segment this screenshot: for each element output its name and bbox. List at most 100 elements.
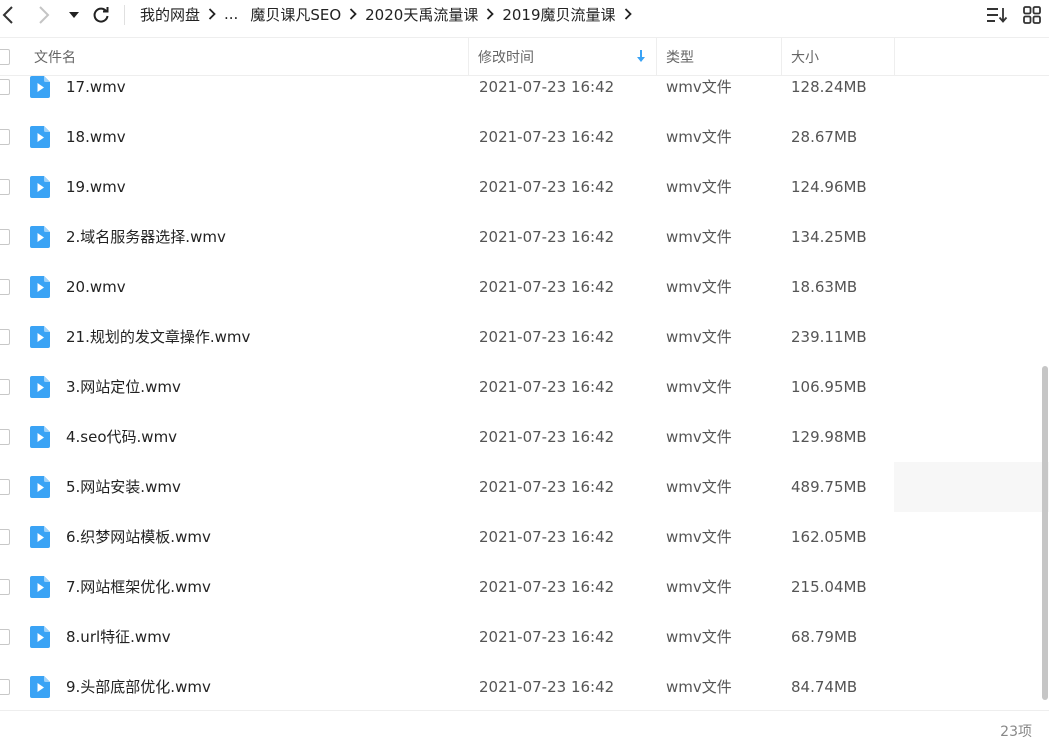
file-type: wmv文件: [666, 378, 732, 396]
refresh-button[interactable]: [90, 2, 112, 28]
file-type: wmv文件: [666, 678, 732, 696]
file-modified-time: 2021-07-23 16:42: [479, 178, 615, 196]
file-type: wmv文件: [666, 278, 732, 296]
file-size: 134.25MB: [791, 228, 867, 246]
status-bar: 23项: [0, 710, 1049, 745]
breadcrumb-item-current[interactable]: 2019魔贝流量课: [502, 4, 615, 25]
file-size: 18.63MB: [791, 278, 858, 296]
file-size: 106.95MB: [791, 378, 867, 396]
file-row[interactable]: 20.wmv 2021-07-23 16:42 wmv文件 18.63MB: [0, 276, 1049, 326]
video-file-icon: [30, 326, 50, 348]
row-checkbox[interactable]: [0, 629, 10, 645]
file-row[interactable]: 8.url特征.wmv 2021-07-23 16:42 wmv文件 68.79MB: [0, 626, 1049, 676]
file-name[interactable]: 3.网站定位.wmv: [66, 376, 181, 398]
file-modified-time: 2021-07-23 16:42: [479, 578, 615, 596]
file-name[interactable]: 19.wmv: [66, 176, 126, 198]
top-navigation-bar: 我的网盘 ... 魔贝课凡SEO 2020天禹流量课 2019魔贝流量课: [0, 0, 1049, 30]
file-row[interactable]: 3.网站定位.wmv 2021-07-23 16:42 wmv文件 106.95MB: [0, 376, 1049, 426]
file-size: 239.11MB: [791, 328, 867, 346]
vertical-scrollbar[interactable]: [1041, 76, 1049, 710]
row-checkbox[interactable]: [0, 479, 10, 495]
chevron-right-icon: [39, 6, 50, 24]
column-header-size[interactable]: 大小: [791, 38, 894, 75]
file-modified-time: 2021-07-23 16:42: [479, 128, 615, 146]
file-size: 84.74MB: [791, 678, 858, 696]
file-modified-time: 2021-07-23 16:42: [479, 628, 615, 646]
file-row[interactable]: 2.域名服务器选择.wmv 2021-07-23 16:42 wmv文件 134.25…: [0, 226, 1049, 276]
column-header-type[interactable]: 类型: [666, 38, 781, 75]
grid-view-icon: [1023, 6, 1041, 24]
scrollbar-thumb[interactable]: [1042, 366, 1048, 700]
row-checkbox[interactable]: [0, 429, 10, 445]
back-button[interactable]: [0, 2, 18, 28]
file-name[interactable]: 18.wmv: [66, 126, 126, 148]
row-checkbox[interactable]: [0, 379, 10, 395]
file-modified-time: 2021-07-23 16:42: [479, 328, 615, 346]
row-checkbox[interactable]: [0, 329, 10, 345]
row-checkbox[interactable]: [0, 79, 10, 95]
file-name[interactable]: 5.网站安装.wmv: [66, 476, 181, 498]
file-name[interactable]: 8.url特征.wmv: [66, 626, 171, 648]
item-count: 23项: [1000, 724, 1032, 740]
file-name[interactable]: 6.织梦网站模板.wmv: [66, 526, 211, 548]
file-modified-time: 2021-07-23 16:42: [479, 478, 615, 496]
row-checkbox[interactable]: [0, 529, 10, 545]
file-name[interactable]: 9.头部底部优化.wmv: [66, 676, 211, 698]
video-file-icon: [30, 526, 50, 548]
breadcrumb-item-folder[interactable]: 2020天禹流量课: [365, 4, 478, 25]
sort-down-arrow-icon: [637, 50, 645, 62]
file-type: wmv文件: [666, 328, 732, 346]
column-divider: [468, 38, 469, 75]
breadcrumb-item-root[interactable]: 我的网盘: [140, 4, 200, 25]
chevron-left-icon: [2, 6, 13, 24]
forward-button[interactable]: [34, 2, 54, 28]
history-dropdown-button[interactable]: [66, 2, 82, 28]
video-file-icon: [30, 576, 50, 598]
file-row[interactable]: 17.wmv 2021-07-23 16:42 wmv文件 128.24MB: [0, 76, 1049, 126]
file-row[interactable]: 9.头部底部优化.wmv 2021-07-23 16:42 wmv文件 84.74MB: [0, 676, 1049, 710]
file-row[interactable]: 6.织梦网站模板.wmv 2021-07-23 16:42 wmv文件 162.05M…: [0, 526, 1049, 576]
sort-menu-button[interactable]: [985, 4, 1009, 26]
chevron-right-icon: [478, 8, 502, 20]
file-list-header: 文件名 修改时间 类型 大小: [0, 37, 1049, 76]
row-checkbox[interactable]: [0, 179, 10, 195]
video-file-icon: [30, 376, 50, 398]
file-name[interactable]: 20.wmv: [66, 276, 126, 298]
caret-down-icon: [69, 12, 79, 18]
sort-list-icon: [987, 8, 1008, 23]
file-name[interactable]: 2.域名服务器选择.wmv: [66, 226, 226, 248]
chevron-right-icon: [616, 8, 640, 20]
file-list: 17.wmv 2021-07-23 16:42 wmv文件 128.24MB 18.wm…: [0, 76, 1049, 710]
file-row[interactable]: 5.网站安装.wmv 2021-07-23 16:42 wmv文件 489.75MB: [0, 462, 1049, 526]
file-size: 215.04MB: [791, 578, 867, 596]
file-modified-time: 2021-07-23 16:42: [479, 378, 615, 396]
row-checkbox[interactable]: [0, 579, 10, 595]
file-row[interactable]: 7.网站框架优化.wmv 2021-07-23 16:42 wmv文件 215.04M…: [0, 576, 1049, 626]
breadcrumb-item-ellipsis[interactable]: ...: [224, 5, 238, 23]
breadcrumb-item-folder[interactable]: 魔贝课凡SEO: [250, 4, 341, 25]
row-checkbox[interactable]: [0, 279, 10, 295]
row-checkbox[interactable]: [0, 679, 10, 695]
column-header-name[interactable]: 文件名: [34, 38, 468, 75]
file-row[interactable]: 21.规划的发文章操作.wmv 2021-07-23 16:42 wmv文件 239.…: [0, 326, 1049, 376]
column-header-modified[interactable]: 修改时间: [478, 38, 656, 75]
select-all-checkbox[interactable]: [0, 49, 10, 65]
video-file-icon: [30, 276, 50, 298]
file-row[interactable]: 4.seo代码.wmv 2021-07-23 16:42 wmv文件 129.98MB: [0, 426, 1049, 476]
video-file-icon: [30, 626, 50, 648]
video-file-icon: [30, 226, 50, 248]
file-row[interactable]: 19.wmv 2021-07-23 16:42 wmv文件 124.96MB: [0, 176, 1049, 226]
column-divider: [894, 38, 895, 75]
file-type: wmv文件: [666, 528, 732, 546]
file-size: 129.98MB: [791, 428, 867, 446]
file-type: wmv文件: [666, 628, 732, 646]
grid-view-button[interactable]: [1020, 4, 1044, 26]
row-checkbox[interactable]: [0, 229, 10, 245]
row-checkbox[interactable]: [0, 129, 10, 145]
file-name[interactable]: 17.wmv: [66, 76, 126, 98]
file-name[interactable]: 4.seo代码.wmv: [66, 426, 177, 448]
file-row[interactable]: 18.wmv 2021-07-23 16:42 wmv文件 28.67MB: [0, 126, 1049, 176]
file-size: 124.96MB: [791, 178, 867, 196]
file-name[interactable]: 21.规划的发文章操作.wmv: [66, 326, 250, 348]
file-name[interactable]: 7.网站框架优化.wmv: [66, 576, 211, 598]
